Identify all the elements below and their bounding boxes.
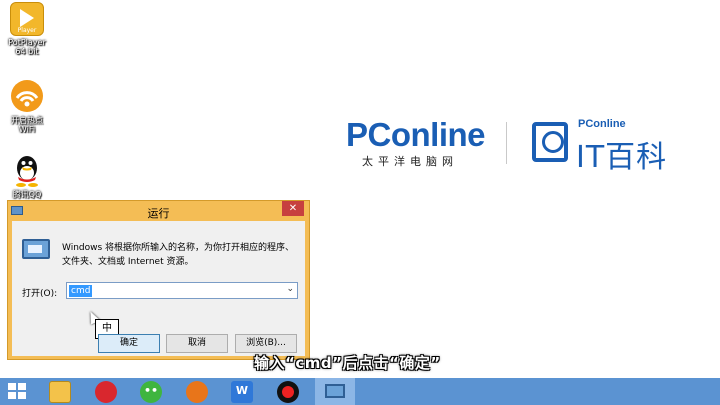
wifi-icon: [11, 80, 43, 112]
taskbar: •• W: [0, 378, 720, 405]
logo-divider: [506, 122, 507, 164]
run-dialog-title: 运行: [147, 207, 170, 220]
potplayer-badge: Player: [17, 27, 37, 34]
windows-logo-pane-3: [8, 392, 16, 399]
run-dialog-taskbar-button[interactable]: [315, 378, 355, 405]
open-command-value: cmd: [69, 285, 93, 297]
windows-logo-pane-4: [18, 392, 26, 399]
pconline-logo: PConline 太平洋电脑网: [346, 116, 486, 169]
windows-logo-pane-2: [18, 383, 26, 390]
wechat-taskbar-icon[interactable]: ••: [140, 381, 162, 403]
chevron-down-icon[interactable]: ⌄: [286, 284, 294, 294]
run-dialog: 运行 ✕ Windows 将根据你所输入的名称，为你打开相应的程序、文件夹、文档…: [7, 200, 310, 360]
pconline-wordmark: PConline: [346, 116, 486, 153]
run-description: Windows 将根据你所输入的名称，为你打开相应的程序、文件夹、文档或 Int…: [62, 243, 295, 267]
it-baike-small-text: PConline: [578, 118, 626, 130]
firefox-taskbar-icon[interactable]: [186, 381, 208, 403]
pconline-subtitle: 太平洋电脑网: [362, 155, 458, 168]
wifi-hotspot-desktop-icon[interactable]: 开启热点 WiFi: [2, 78, 52, 134]
browse-button[interactable]: 浏览(B)...: [235, 334, 297, 353]
qq-desktop-icon[interactable]: 腾讯QQ: [2, 152, 52, 199]
run-dialog-body: Windows 将根据你所输入的名称，为你打开相应的程序、文件夹、文档或 Int…: [12, 221, 305, 356]
cancel-button[interactable]: 取消: [166, 334, 228, 353]
wechat-glyph: ••: [143, 384, 159, 397]
netease-music-taskbar-icon[interactable]: [95, 381, 117, 403]
file-explorer-taskbar-icon[interactable]: [49, 381, 71, 403]
wps-glyph: W: [235, 384, 249, 397]
qq-penguin-icon: [16, 156, 38, 187]
open-command-input[interactable]: cmd ⌄: [66, 282, 298, 299]
close-button[interactable]: ✕: [282, 201, 304, 216]
windows-logo-pane-1: [8, 383, 16, 390]
wifi-hotspot-label: 开启热点 WiFi: [11, 116, 43, 134]
it-baike-title: IT百科: [576, 140, 668, 175]
ok-button[interactable]: 确定: [98, 334, 160, 353]
potplayer-label: PotPlayer 64 bit: [8, 38, 46, 56]
run-program-icon: [22, 239, 50, 259]
open-label: 打开(O):: [22, 289, 58, 299]
potplayer-desktop-icon[interactable]: Player PotPlayer 64 bit: [2, 2, 52, 56]
start-button[interactable]: [8, 383, 26, 400]
instruction-subtitle: 输入“cmd”后点击“确定”: [254, 354, 441, 372]
screen-recorder-taskbar-icon[interactable]: [277, 381, 299, 403]
run-taskbar-icon: [325, 384, 345, 398]
run-dialog-titlebar[interactable]: 运行 ✕: [8, 201, 309, 221]
potplayer-icon: Player: [10, 2, 44, 36]
qq-label: 腾讯QQ: [12, 190, 42, 199]
it-baike-badge-icon: [532, 122, 568, 162]
wps-taskbar-icon[interactable]: W: [231, 381, 253, 403]
